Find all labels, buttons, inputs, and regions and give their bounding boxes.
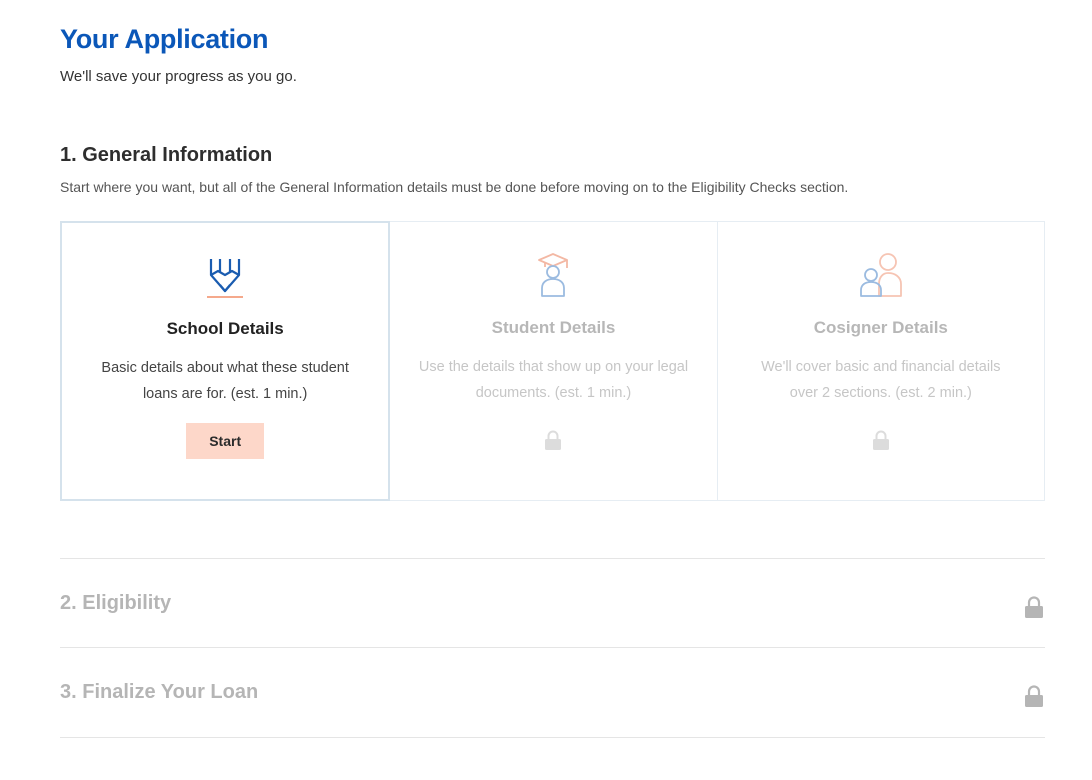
lock-icon bbox=[545, 430, 562, 450]
section-general-information-title: 1. General Information bbox=[60, 144, 273, 166]
page-subtitle: We'll save your progress as you go. bbox=[60, 68, 297, 85]
section-eligibility-title: 2. Eligibility bbox=[60, 592, 172, 614]
section-general-information-description: Start where you want, but all of the Gen… bbox=[60, 179, 849, 195]
section-divider bbox=[60, 737, 1045, 738]
lock-icon bbox=[1025, 596, 1043, 618]
page-title: Your Application bbox=[60, 24, 269, 54]
school-details-card[interactable]: School Details Basic details about what … bbox=[60, 221, 391, 501]
student-details-card: Student Details Use the details that sho… bbox=[389, 221, 718, 501]
section-divider bbox=[60, 558, 1045, 559]
school-details-title: School Details bbox=[166, 319, 284, 338]
section-finalize-loan-title: 3. Finalize Your Loan bbox=[60, 681, 259, 703]
section-divider bbox=[60, 647, 1045, 648]
cosigner-details-card: Cosigner Details We'll cover basic and f… bbox=[716, 221, 1045, 501]
pencil-icon bbox=[207, 259, 244, 298]
school-details-description: Basic details about what these student l… bbox=[101, 360, 349, 402]
graduate-icon bbox=[538, 253, 569, 297]
lock-icon bbox=[1025, 685, 1043, 707]
cosigner-icon bbox=[859, 253, 902, 297]
start-button[interactable]: Start bbox=[186, 423, 265, 459]
lock-icon bbox=[872, 430, 889, 450]
cosigner-details-title: Cosigner Details bbox=[813, 318, 948, 337]
student-details-title: Student Details bbox=[491, 318, 616, 337]
application-page: Your Application We'll save your progres… bbox=[0, 0, 1092, 780]
general-information-cards: School Details Basic details about what … bbox=[60, 221, 1045, 501]
cosigner-details-description: We'll cover basic and financial details … bbox=[761, 359, 1001, 401]
student-details-description: Use the details that show up on your leg… bbox=[418, 359, 689, 401]
